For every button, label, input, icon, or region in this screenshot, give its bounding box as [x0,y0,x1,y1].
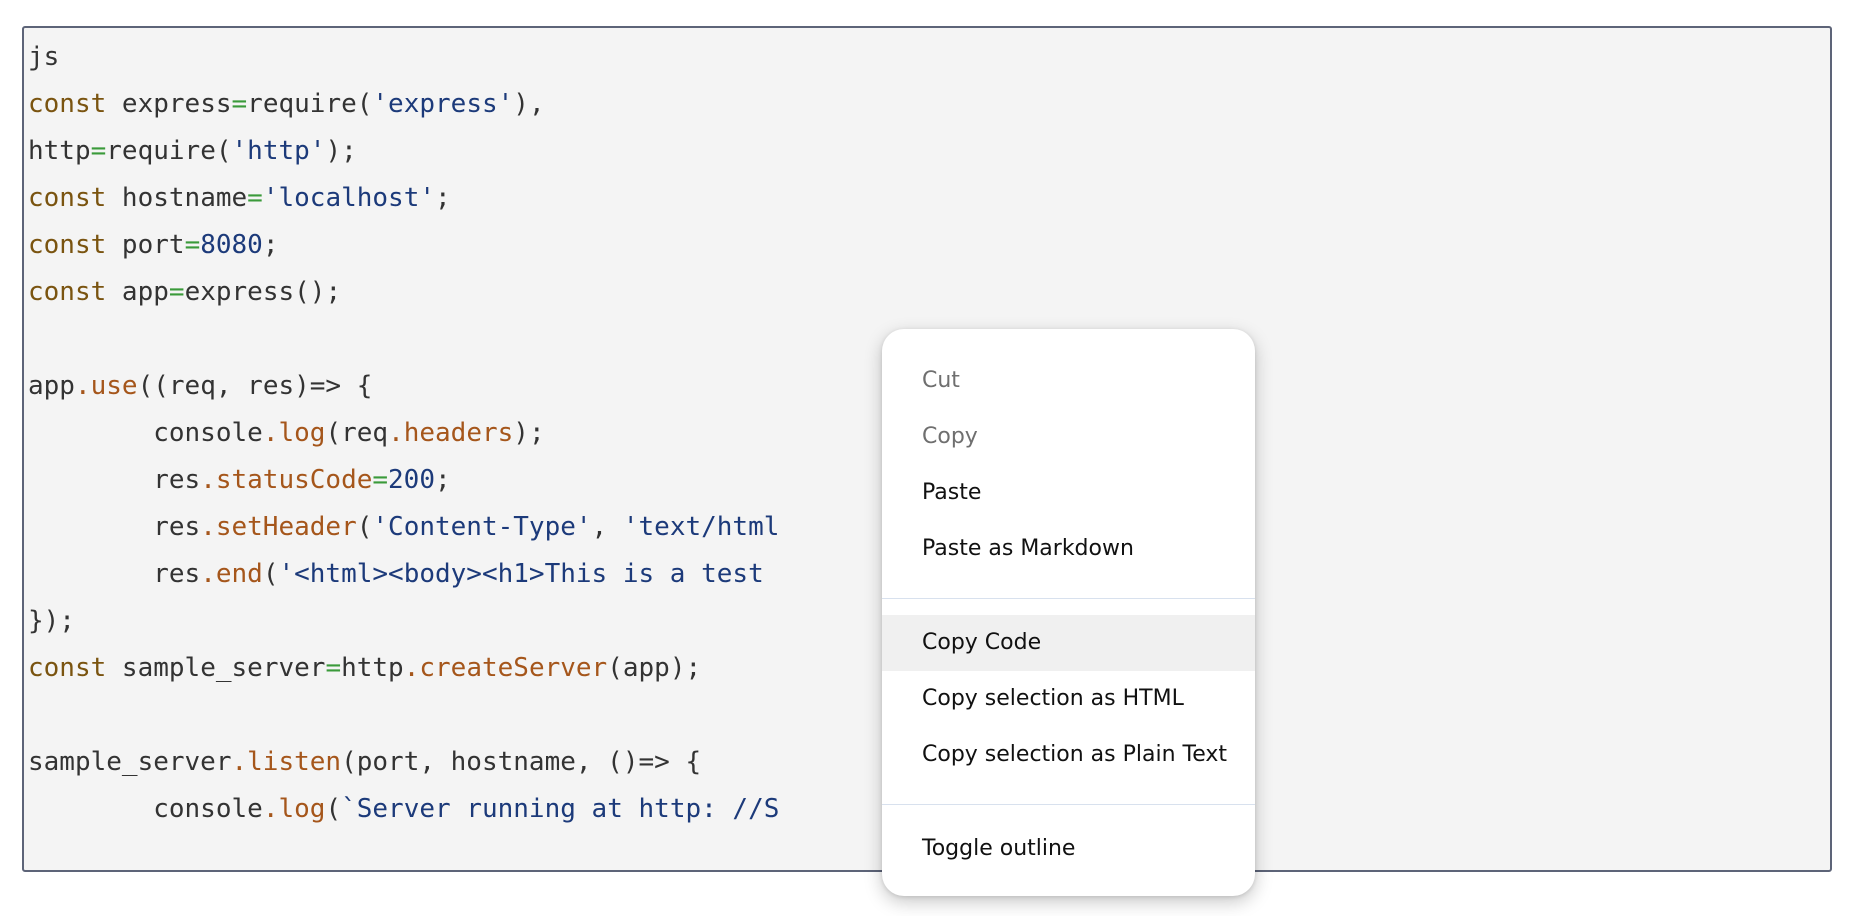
code-token: hostname [106,183,248,213]
code-token: const [28,653,107,683]
code-token: = [372,465,389,495]
code-token: 'text/html [622,512,780,542]
code-token: '<html><body><h1>This is a test [278,559,764,589]
code-token: console [28,418,263,448]
menu-item-paste-as-markdown[interactable]: Paste as Markdown [882,521,1255,577]
code-token: ( [325,794,342,824]
code-token: = [325,653,342,683]
menu-item-toggle-outline[interactable]: Toggle outline [882,821,1255,877]
code-token: require( [247,89,373,119]
menu-separator [882,598,1255,599]
code-token: ((req, res)=> { [137,371,373,401]
code-token: `Server running at http: //S [341,794,780,824]
code-token: res [28,559,201,589]
code-token: , [591,512,623,542]
code-token: .log [262,418,326,448]
code-token: 8080 [200,230,263,260]
code-token: .createServer [403,653,608,683]
code-token: const [28,89,107,119]
menu-separator [882,804,1255,805]
code-token: console [28,794,263,824]
menu-item-copy-selection-as-html[interactable]: Copy selection as HTML [882,671,1255,727]
menu-item-copy: Copy [922,424,978,449]
code-line: const express=require('express'), [28,81,1826,128]
code-token: res [28,465,201,495]
code-token: ; [435,465,451,495]
code-token: .statusCode [200,465,373,495]
code-token: http [341,653,404,683]
code-token: ), [513,89,545,119]
code-token: sample_server [28,747,232,777]
code-line: http=require('http'); [28,128,1826,175]
code-line: const port=8080; [28,222,1826,269]
code-token: .log [262,794,326,824]
code-token: app [106,277,169,307]
code-token: .headers [388,418,514,448]
code-line: js [28,34,1826,81]
code-token: = [231,89,248,119]
code-token: const [28,277,107,307]
code-token: }); [28,606,75,636]
code-token: (port, hostname, ()=> { [341,747,702,777]
code-line: const app=express(); [28,269,1826,316]
code-token: ( [262,559,279,589]
code-token: = [247,183,263,213]
code-token: ( [356,512,373,542]
code-token: 'Content-Type' [372,512,592,542]
code-token: res [28,512,201,542]
code-token: = [90,136,107,166]
code-token: .end [200,559,263,589]
code-token: (req [325,418,389,448]
code-token: sample_server [106,653,326,683]
code-token: (app); [607,653,702,683]
code-token: 200 [388,465,435,495]
code-token: ; [262,230,279,260]
code-token: 'localhost' [262,183,436,213]
code-token: ); [513,418,545,448]
code-token: 'http' [231,136,326,166]
code-token: 'express' [372,89,514,119]
code-token: port [106,230,185,260]
code-token: = [168,277,185,307]
code-token: .setHeader [200,512,357,542]
code-token: .use [74,371,138,401]
code-token: http [28,136,91,166]
code-token: require( [106,136,232,166]
code-token: app [28,371,75,401]
code-token: express(); [184,277,342,307]
code-token: const [28,230,107,260]
menu-item-copy-code[interactable]: Copy Code [882,615,1255,671]
menu-item-paste[interactable]: Paste [882,465,1255,521]
code-token: express [106,89,232,119]
code-line: const hostname='localhost'; [28,175,1826,222]
code-token: .listen [231,747,342,777]
code-token: const [28,183,107,213]
code-token: ; [435,183,451,213]
context-menu: Cut Copy Paste Paste as Markdown Copy Code Co… [882,329,1255,896]
menu-item-copy-selection-as-plain-text[interactable]: Copy selection as Plain Text [882,727,1255,783]
code-token: ); [325,136,357,166]
code-token: js [28,42,60,72]
code-token: = [184,230,201,260]
menu-item-cut: Cut [922,368,960,393]
